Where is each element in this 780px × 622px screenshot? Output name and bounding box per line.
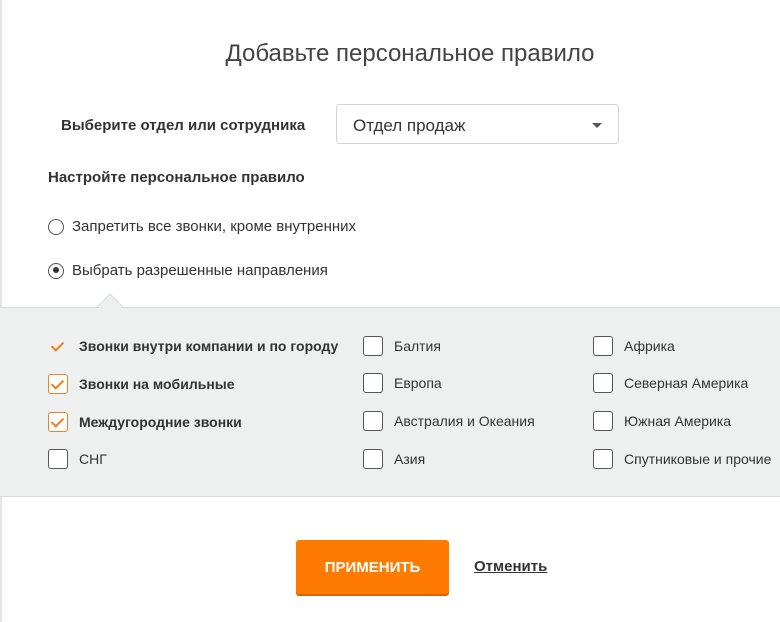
radio-block-all-except-internal[interactable]: Запретить все звонки, кроме внутренних (48, 218, 356, 235)
department-select-label: Выберите отдел или сотрудника (61, 117, 306, 134)
destination-north-america[interactable]: Северная Америка (593, 373, 748, 393)
checkbox[interactable] (48, 374, 68, 394)
checkbox[interactable] (363, 411, 383, 431)
checkbox[interactable] (593, 336, 613, 356)
destination-asia[interactable]: Азия (363, 449, 425, 469)
destination-local-calls: Звонки внутри компании и по городу (48, 336, 338, 356)
destination-long-distance[interactable]: Междугородние звонки (48, 412, 242, 432)
destination-label: Звонки внутри компании и по городу (79, 338, 339, 354)
destination-label: Европа (394, 375, 442, 391)
destination-label: Северная Америка (624, 375, 749, 391)
destination-australia-oceania[interactable]: Австралия и Океания (363, 411, 535, 431)
destination-label: СНГ (79, 451, 107, 467)
destination-mobile-calls[interactable]: Звонки на мобильные (48, 374, 235, 394)
destination-south-america[interactable]: Южная Америка (593, 411, 731, 431)
checkbox[interactable] (48, 412, 68, 432)
destination-europe[interactable]: Европа (363, 373, 442, 393)
radio-select-allowed-destinations[interactable]: Выбрать разрешенные направления (48, 262, 328, 279)
destination-satellite-other[interactable]: Спутниковые и прочие (593, 449, 771, 469)
radio-label: Запретить все звонки, кроме внутренних (72, 218, 357, 235)
destination-africa[interactable]: Африка (593, 336, 675, 356)
radio-button[interactable] (48, 262, 64, 279)
destination-label: Звонки на мобильные (79, 376, 235, 392)
rule-section-label: Настройте персональное правило (48, 169, 305, 186)
dialog-title: Добавьте персональное правило (225, 40, 595, 67)
radio-button[interactable] (48, 218, 64, 235)
department-select[interactable]: Отдел продаж (336, 104, 619, 144)
department-select-value: Отдел продаж (353, 116, 466, 135)
check-icon (48, 336, 68, 356)
radio-label: Выбрать разрешенные направления (72, 262, 328, 279)
destination-label: Южная Америка (624, 413, 732, 429)
apply-button[interactable]: ПРИМЕНИТЬ (296, 540, 449, 594)
checkbox[interactable] (363, 449, 383, 469)
destination-label: Спутниковые и прочие (624, 451, 772, 467)
chevron-down-icon (592, 123, 602, 128)
destination-baltics[interactable]: Балтия (363, 336, 441, 356)
destination-label: Африка (624, 338, 675, 354)
destination-label: Австралия и Океания (394, 413, 535, 429)
checkbox[interactable] (593, 373, 613, 393)
destination-label: Междугородние звонки (79, 414, 242, 430)
checkbox[interactable] (363, 336, 383, 356)
destination-cis[interactable]: СНГ (48, 449, 107, 469)
checkbox[interactable] (363, 373, 383, 393)
checkbox[interactable] (48, 449, 68, 469)
destination-label: Азия (394, 451, 426, 467)
checkbox[interactable] (593, 449, 613, 469)
cancel-link[interactable]: Отменить (474, 558, 547, 575)
destination-label: Балтия (394, 338, 441, 354)
checkbox[interactable] (593, 411, 613, 431)
